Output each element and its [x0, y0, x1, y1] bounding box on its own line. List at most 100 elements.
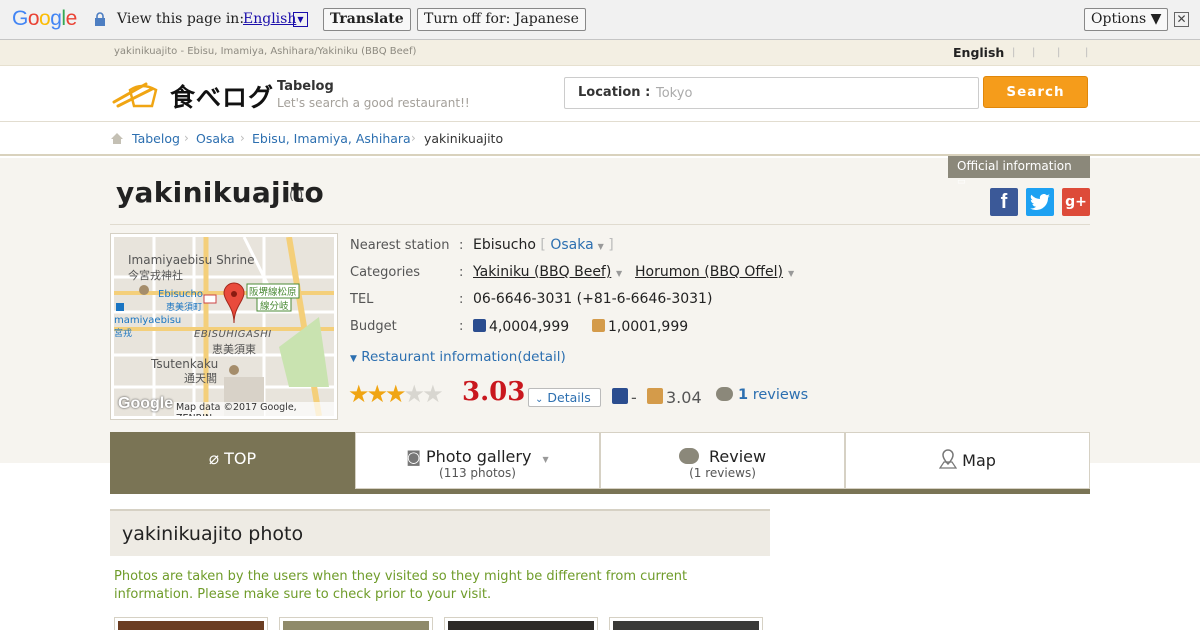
- map-attribution: Map data ©2017 Google, ZENRIN: [174, 402, 334, 416]
- location-search-input[interactable]: Location : Tokyo: [564, 77, 979, 109]
- rating-stars: ★★★★★: [348, 380, 444, 408]
- photo-thumbnail[interactable]: [114, 617, 268, 630]
- tab-top-label: TOP: [224, 449, 257, 468]
- tab-review-label: Review: [709, 447, 767, 466]
- chevron-down-icon: ▼: [542, 455, 549, 464]
- tab-underline: [110, 489, 1090, 494]
- options-button[interactable]: Options ▼: [1084, 8, 1169, 31]
- comment-icon: [716, 387, 733, 401]
- map-pin-icon: [938, 449, 958, 469]
- lunch-sun-icon: [647, 388, 663, 404]
- language-dropdown-icon[interactable]: ▼: [293, 12, 308, 27]
- map-label-line: 阪堺線松原: [249, 287, 297, 298]
- close-icon[interactable]: ✕: [1174, 12, 1189, 27]
- language-selector[interactable]: English: [953, 45, 1004, 60]
- logo-japanese[interactable]: 食べログ: [170, 78, 274, 114]
- dinner-moon-icon: [473, 319, 486, 332]
- plate-cutlery-icon: ⌀: [208, 449, 220, 469]
- budget-label: Budget: [350, 319, 397, 334]
- restaurant-info-detail-label: Restaurant information(detail): [361, 349, 566, 365]
- lock-icon: [95, 12, 105, 26]
- official-information-label: Official information: [957, 159, 1072, 173]
- breadcrumb-separator: ›: [240, 131, 245, 145]
- dinner-score: -: [612, 388, 637, 407]
- dropdown-icon[interactable]: ▼: [598, 242, 604, 251]
- chopsticks-logo-icon[interactable]: [112, 76, 164, 108]
- tab-photo-gallery[interactable]: ◙ Photo gallery ▼ (113 photos): [355, 432, 600, 489]
- map-label-district-jp: 恵美須東: [212, 343, 256, 356]
- reviews-link[interactable]: 1 reviews: [716, 387, 808, 403]
- map-canvas[interactable]: Imamiyaebisu Shrine 今宮戎神社 Ebisucho 恵美須町 …: [114, 237, 334, 416]
- map-label-shrine-jp: 今宮戎神社: [128, 269, 183, 282]
- star-icon: ★: [366, 380, 388, 408]
- google-map-logo: Google: [118, 395, 174, 412]
- breadcrumb-osaka[interactable]: Osaka: [196, 131, 235, 146]
- restaurant-map[interactable]: Imamiyaebisu Shrine 今宮戎神社 Ebisucho 恵美須町 …: [110, 233, 338, 420]
- photo-thumbnail[interactable]: [444, 617, 598, 630]
- translate-language-link[interactable]: English: [243, 11, 296, 27]
- star-icon: ★: [385, 380, 406, 408]
- restaurant-info-detail-link[interactable]: ▼ Restaurant information(detail): [350, 349, 566, 365]
- logo-english: Tabelog: [277, 79, 334, 94]
- tab-top[interactable]: ⌀ TOP: [110, 432, 355, 489]
- google-logo: Google: [12, 7, 77, 30]
- photo-section-header: yakinikuajito photo: [110, 509, 770, 556]
- breadcrumb: Tabelog › Osaka › Ebisu, Imamiya, Ashiha…: [0, 122, 1200, 156]
- tel-value: 06-6646-3031 (+81-6-6646-3031): [473, 291, 713, 307]
- budget-dinner-value: 4,0004,999: [489, 319, 570, 335]
- official-information-badge[interactable]: Official information ▭: [948, 156, 1090, 187]
- lunch-score-value: 3.04: [666, 388, 702, 407]
- breadcrumb-area[interactable]: Ebisu, Imamiya, Ashihara: [252, 131, 411, 146]
- home-icon[interactable]: [110, 132, 124, 145]
- google-plus-share-button[interactable]: g+: [1062, 188, 1090, 216]
- breadcrumb-separator: ›: [184, 131, 189, 145]
- dropdown-icon[interactable]: ▼: [612, 264, 622, 280]
- turn-off-button[interactable]: Turn off for: Japanese: [417, 8, 586, 31]
- bracket-open: [: [540, 237, 546, 253]
- tab-photo-gallery-count: (113 photos): [439, 466, 516, 480]
- star-icon: ★: [403, 380, 425, 408]
- map-label-district: EBISUHIGASHI: [194, 329, 272, 340]
- breadcrumb-separator: ›: [411, 131, 416, 145]
- translate-prompt: View this page in:: [117, 11, 245, 27]
- star-icon: ★: [348, 380, 369, 408]
- divider: [110, 224, 1090, 225]
- colon: :: [459, 265, 464, 280]
- tab-map-label: Map: [962, 451, 996, 470]
- facebook-share-button[interactable]: f: [990, 188, 1018, 216]
- tab-photo-gallery-label: Photo gallery: [425, 447, 532, 466]
- dropdown-icon[interactable]: ▼: [784, 264, 794, 280]
- nearest-station-value: Ebisucho [ Osaka ▼ ]: [473, 237, 614, 253]
- details-label: Details: [547, 390, 591, 405]
- photo-thumbnail[interactable]: [609, 617, 763, 630]
- translate-button[interactable]: Translate: [323, 8, 411, 31]
- review-word: reviews: [752, 387, 809, 403]
- budget-lunch-value: 1,0001,999: [608, 319, 689, 335]
- divider: |: [1085, 47, 1089, 58]
- budget-dinner: 4,0004,999: [473, 319, 569, 335]
- station-area-link[interactable]: Osaka: [550, 237, 593, 253]
- twitter-share-button[interactable]: [1026, 188, 1054, 216]
- photo-section-title: yakinikuajito photo: [122, 523, 304, 545]
- details-button[interactable]: ⌄ Details: [528, 388, 601, 407]
- divider: |: [1057, 47, 1061, 58]
- review-count: 1: [738, 387, 749, 403]
- map-label-station: Ebisucho: [158, 289, 203, 300]
- star-icon: ★: [422, 380, 443, 408]
- category-yakiniku-link[interactable]: Yakiniku (BBQ Beef): [473, 264, 611, 280]
- tab-review[interactable]: Review (1 reviews): [600, 432, 845, 489]
- expand-icon: ▼: [350, 354, 357, 364]
- budget-lunch: 1,0001,999: [592, 319, 688, 335]
- restaurant-name-reading: ( ): [289, 188, 304, 203]
- category-horumon-link[interactable]: Horumon (BBQ Offel): [635, 264, 783, 280]
- tab-map[interactable]: Map: [845, 432, 1090, 489]
- search-button[interactable]: Search: [983, 76, 1088, 108]
- map-label-left-station-jp: 宮戎: [114, 329, 133, 339]
- rating-score: 3.03: [462, 377, 526, 407]
- photo-thumbnail[interactable]: [279, 617, 433, 630]
- breadcrumb-tabelog[interactable]: Tabelog: [132, 131, 180, 146]
- dinner-score-value: -: [631, 388, 637, 407]
- categories-label: Categories: [350, 265, 421, 280]
- tab-review-count: (1 reviews): [689, 466, 756, 480]
- top-breadcrumb: yakinikuajito - Ebisu, Imamiya, Ashihara…: [114, 46, 417, 57]
